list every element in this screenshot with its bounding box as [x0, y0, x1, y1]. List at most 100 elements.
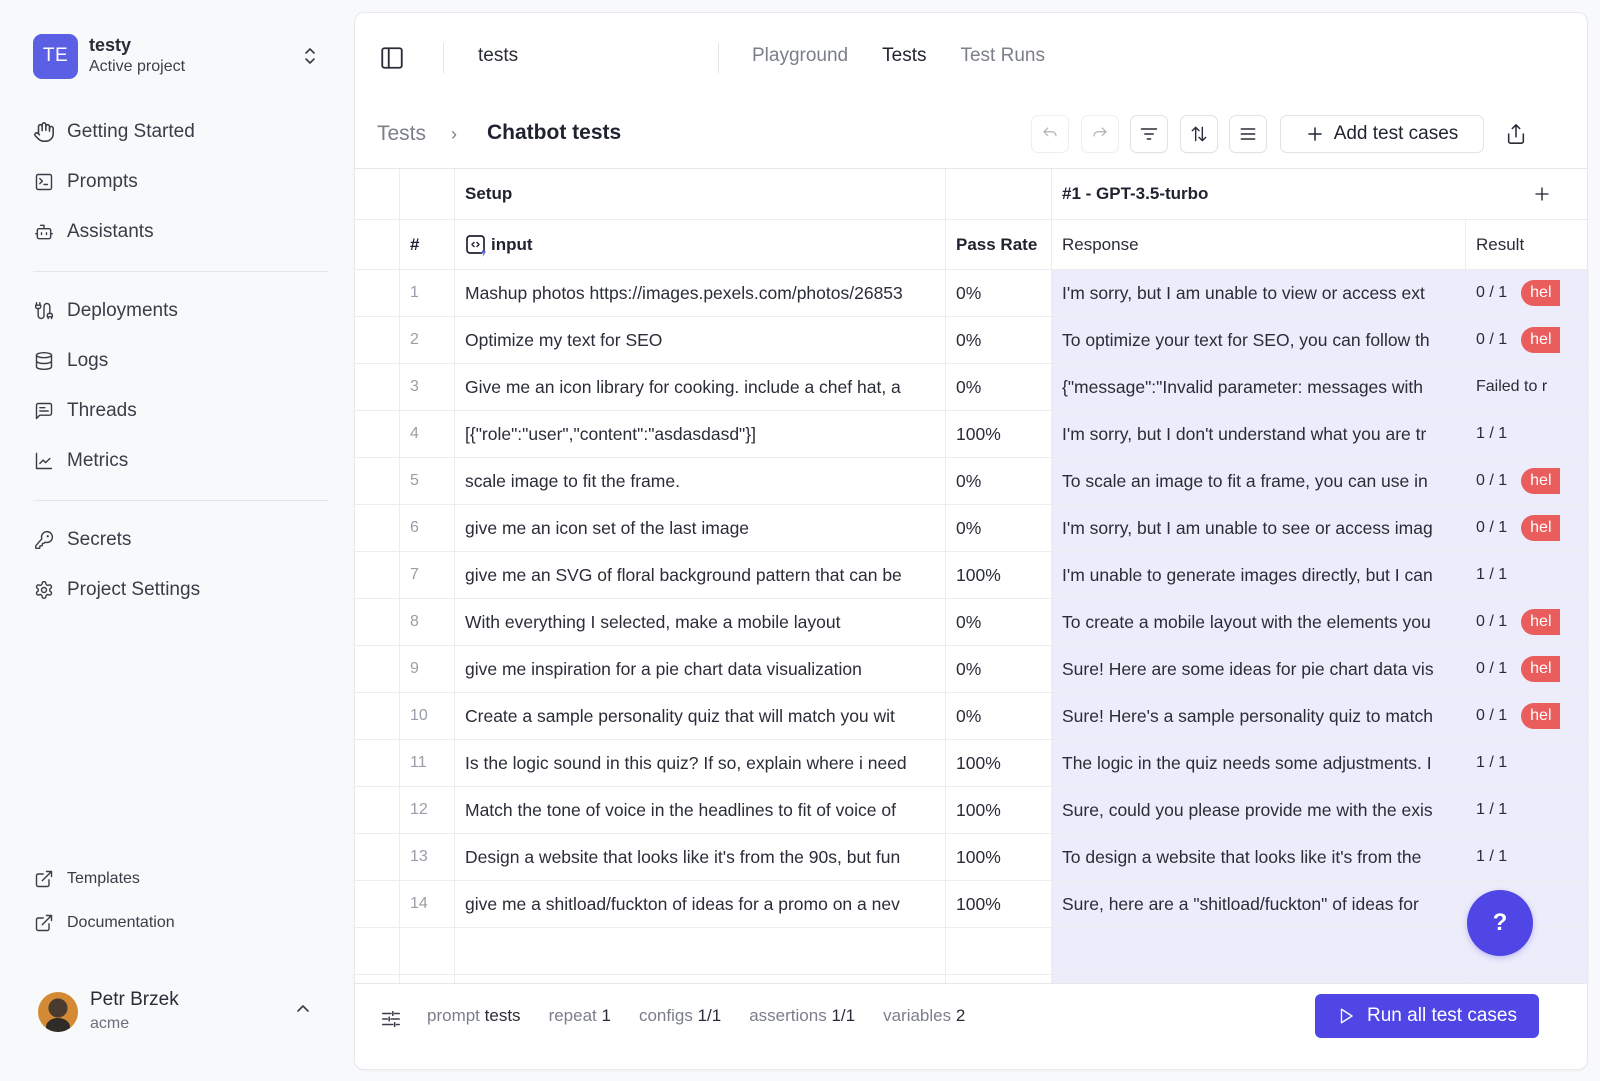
row-select-cell[interactable] [355, 364, 400, 410]
empty-row[interactable] [355, 928, 1587, 975]
response-cell[interactable]: I'm sorry, but I don't understand what y… [1052, 411, 1466, 457]
sidebar-item-logs[interactable]: Logs [33, 336, 328, 386]
response-cell[interactable]: Sure! Here's a sample personality quiz t… [1052, 693, 1466, 739]
undo-button[interactable] [1031, 115, 1069, 153]
sliders-icon[interactable] [380, 1008, 402, 1030]
sidebar-item-prompts[interactable]: Prompts [33, 157, 328, 207]
result-cell[interactable]: 0 / 1 hel [1466, 270, 1587, 316]
result-cell[interactable]: 0 / 1 hel [1466, 646, 1587, 692]
sidebar-item-assistants[interactable]: Assistants [33, 207, 328, 257]
result-cell[interactable]: Failed to r [1466, 364, 1587, 410]
response-cell[interactable]: The logic in the quiz needs some adjustm… [1052, 740, 1466, 786]
summary-variables[interactable]: variables 2 [883, 1006, 965, 1026]
run-all-test-cases-button[interactable]: Run all test cases [1315, 994, 1539, 1038]
table-row[interactable]: 9 give me inspiration for a pie chart dat… [355, 646, 1587, 693]
user-menu[interactable]: Petr Brzek acme [38, 983, 323, 1041]
filter-button[interactable] [1130, 115, 1168, 153]
input-cell[interactable]: give me an icon set of the last image [455, 505, 946, 551]
table-row[interactable]: 2 Optimize my text for SEO 0% To optimize y… [355, 317, 1587, 364]
assertion-fail-badge[interactable]: hel [1521, 468, 1560, 494]
row-select-cell[interactable] [355, 646, 400, 692]
input-cell[interactable]: scale image to fit the frame. [455, 458, 946, 504]
input-cell[interactable]: [{"role":"user","content":"asdasdasd"}] [455, 411, 946, 457]
sidebar-item-metrics[interactable]: Metrics [33, 436, 328, 486]
sort-button[interactable] [1180, 115, 1218, 153]
table-row[interactable]: 12 Match the tone of voice in the headlin… [355, 787, 1587, 834]
table-row[interactable]: 11 Is the logic sound in this quiz? If so… [355, 740, 1587, 787]
redo-button[interactable] [1081, 115, 1119, 153]
row-select-cell[interactable] [355, 458, 400, 504]
input-cell[interactable]: Match the tone of voice in the headlines… [455, 787, 946, 833]
sidebar-item-project-settings[interactable]: Project Settings [33, 565, 328, 615]
assertion-fail-badge[interactable]: hel [1521, 280, 1560, 306]
table-row[interactable]: 3 Give me an icon library for cooking. in… [355, 364, 1587, 411]
assertion-fail-badge[interactable]: hel [1521, 609, 1560, 635]
response-cell[interactable]: I'm sorry, but I am unable to view or ac… [1052, 270, 1466, 316]
sidebar-toggle-icon[interactable] [379, 45, 405, 71]
response-cell[interactable]: To create a mobile layout with the eleme… [1052, 599, 1466, 645]
response-cell[interactable]: Sure, here are a "shitload/fuckton" of i… [1052, 881, 1466, 927]
summary-configs[interactable]: configs 1/1 [639, 1006, 721, 1026]
row-density-button[interactable] [1229, 115, 1267, 153]
table-row[interactable]: 5 scale image to fit the frame. 0% To scale… [355, 458, 1587, 505]
sidebar-item-deployments[interactable]: Deployments [33, 286, 328, 336]
input-cell[interactable]: give me a shitload/fuckton of ideas for … [455, 881, 946, 927]
assertion-fail-badge[interactable]: hel [1521, 703, 1560, 729]
add-test-cases-button[interactable]: Add test cases [1280, 115, 1484, 153]
input-cell[interactable]: Is the logic sound in this quiz? If so, … [455, 740, 946, 786]
summary-prompt[interactable]: prompt tests [427, 1006, 521, 1026]
response-cell[interactable]: I'm sorry, but I am unable to see or acc… [1052, 505, 1466, 551]
tab-tests[interactable]: Tests [882, 45, 926, 67]
assertion-fail-badge[interactable]: hel [1521, 515, 1560, 541]
row-select-cell[interactable] [355, 505, 400, 551]
input-cell[interactable]: Create a sample personality quiz that wi… [455, 693, 946, 739]
row-select-cell[interactable] [355, 411, 400, 457]
table-row[interactable]: 8 With everything I selected, make a mobi… [355, 599, 1587, 646]
config-group-header[interactable]: #1 - GPT-3.5-turbo [1052, 169, 1571, 219]
tab-test-runs[interactable]: Test Runs [960, 45, 1044, 67]
input-cell[interactable] [455, 975, 946, 983]
table-row[interactable]: 7 give me an SVG of floral background pat… [355, 552, 1587, 599]
row-select-cell[interactable] [355, 740, 400, 786]
result-cell[interactable]: 1 / 1 [1466, 787, 1587, 833]
project-switcher[interactable]: TE testy Active project [33, 33, 328, 79]
input-cell[interactable]: Mashup photos https://images.pexels.com/… [455, 270, 946, 316]
result-cell[interactable]: 1 / 1 [1466, 740, 1587, 786]
input-cell[interactable]: With everything I selected, make a mobil… [455, 599, 946, 645]
tab-playground[interactable]: Playground [752, 45, 848, 67]
prompt-name[interactable]: tests [478, 45, 518, 67]
sidebar-item-getting-started[interactable]: Getting Started [33, 107, 328, 157]
result-cell[interactable]: 0 / 1 hel [1466, 693, 1587, 739]
summary-assertions[interactable]: assertions 1/1 [749, 1006, 855, 1026]
result-cell[interactable]: 0 / 1 hel [1466, 317, 1587, 363]
assertion-fail-badge[interactable]: hel [1521, 656, 1560, 682]
table-row[interactable]: 10 Create a sample personality quiz that … [355, 693, 1587, 740]
row-select-cell[interactable] [355, 599, 400, 645]
input-cell[interactable] [455, 928, 946, 974]
table-row[interactable]: 4 [{"role":"user","content":"asdasdasd"}]… [355, 411, 1587, 458]
result-cell[interactable]: 0 / 1 hel [1466, 599, 1587, 645]
input-cell[interactable]: Give me an icon library for cooking. inc… [455, 364, 946, 410]
row-select-cell[interactable] [355, 693, 400, 739]
breadcrumb-tests[interactable]: Tests [377, 122, 426, 146]
result-cell[interactable]: 0 / 1 hel [1466, 458, 1587, 504]
row-select-cell[interactable] [355, 881, 400, 927]
sidebar-link-documentation[interactable]: Documentation [33, 901, 328, 945]
row-select-cell[interactable] [355, 787, 400, 833]
input-column-header[interactable]: input [455, 220, 946, 269]
result-cell[interactable]: 1 / 1 [1466, 411, 1587, 457]
result-cell[interactable]: 1 / 1 [1466, 834, 1587, 880]
input-cell[interactable]: Design a website that looks like it's fr… [455, 834, 946, 880]
row-select-cell[interactable] [355, 552, 400, 598]
input-cell[interactable]: Optimize my text for SEO [455, 317, 946, 363]
table-row[interactable]: 14 give me a shitload/fuckton of ideas fo… [355, 881, 1587, 928]
result-cell[interactable]: 0 / 1 hel [1466, 505, 1587, 551]
summary-repeat[interactable]: repeat 1 [549, 1006, 611, 1026]
row-select-cell[interactable] [355, 270, 400, 316]
response-cell[interactable]: To scale an image to fit a frame, you ca… [1052, 458, 1466, 504]
row-select-cell[interactable] [355, 834, 400, 880]
response-cell[interactable]: Sure! Here are some ideas for pie chart … [1052, 646, 1466, 692]
export-button[interactable] [1503, 120, 1529, 148]
response-cell[interactable]: To design a website that looks like it's… [1052, 834, 1466, 880]
empty-row[interactable] [355, 975, 1587, 983]
